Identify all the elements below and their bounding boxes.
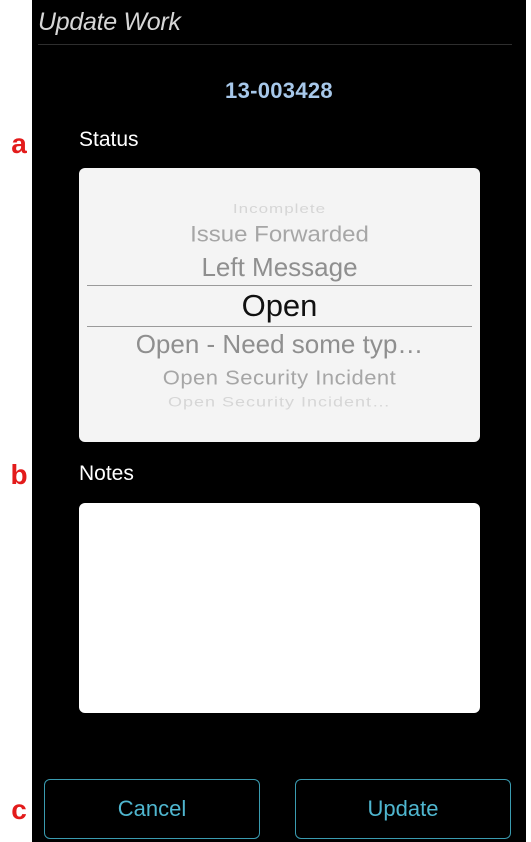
status-label: Status	[79, 128, 139, 151]
app-screen: Update Work 13-003428 Status Incomplete …	[32, 0, 526, 842]
update-button-label: Update	[367, 796, 439, 821]
status-option-open-selected[interactable]: Open	[79, 288, 480, 324]
annotation-b: b	[10, 459, 28, 490]
cancel-button[interactable]: Cancel	[44, 779, 260, 839]
notes-label: Notes	[79, 462, 134, 485]
status-option-issue-forwarded[interactable]: Issue Forwarded	[79, 222, 480, 248]
status-option-left-message[interactable]: Left Message	[79, 252, 480, 283]
status-picker[interactable]: Incomplete Issue Forwarded Left Message …	[79, 168, 480, 442]
status-option-open-need-some-type[interactable]: Open - Need some typ…	[79, 329, 480, 360]
picker-selection-top	[87, 285, 472, 286]
title-divider	[38, 44, 512, 45]
work-id: 13-003428	[225, 78, 333, 103]
picker-selection-bottom	[87, 326, 472, 327]
status-option-incomplete[interactable]: Incomplete	[79, 202, 480, 217]
page-title: Update Work	[38, 8, 181, 36]
status-option-open-security-incident-2[interactable]: Open Security Incident…	[79, 395, 480, 411]
status-option-open-security-incident[interactable]: Open Security Incident	[79, 366, 480, 390]
cancel-button-label: Cancel	[117, 796, 187, 821]
update-button[interactable]: Update	[295, 779, 511, 839]
annotation-a: a	[11, 128, 27, 159]
notes-field[interactable]	[79, 503, 480, 713]
annotation-c: c	[11, 794, 27, 825]
